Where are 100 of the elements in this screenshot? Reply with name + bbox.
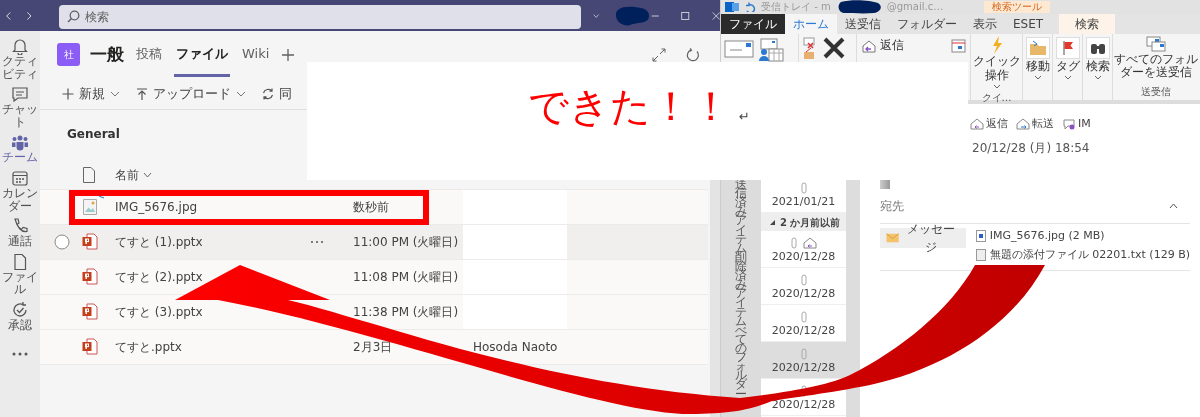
team-avatar: 社 [57, 43, 80, 66]
people-icon [11, 133, 29, 152]
bell-icon [11, 37, 29, 55]
more-icon[interactable] [11, 350, 29, 357]
rail-item[interactable]: 通話 [0, 217, 40, 248]
message-group-header[interactable]: 2 か月前以前 [761, 213, 846, 231]
ribbon-tab[interactable]: フォルダー [889, 14, 965, 34]
rail-item[interactable]: チャット [0, 85, 40, 129]
message-item[interactable]: 2020/12/28 [761, 231, 846, 268]
reply-icon [861, 39, 877, 53]
plus-icon [62, 87, 74, 100]
presentation-file-icon [82, 303, 98, 321]
undo-icon[interactable] [744, 2, 756, 12]
forward-icon[interactable] [25, 9, 32, 22]
presentation-file-icon [82, 268, 98, 286]
cleanup-icons-drawing[interactable] [802, 36, 818, 60]
channel-name: 一般 [90, 42, 124, 66]
reply-button[interactable]: 返信 [860, 36, 905, 56]
file-row[interactable]: てすと (1).pptx 11:00 PM (火曜日) [40, 225, 708, 260]
folder-icon [1028, 40, 1047, 56]
caret-icon [992, 83, 1001, 89]
group-label: 送受信 [1141, 85, 1171, 99]
file-name[interactable]: てすと.pptx [115, 340, 182, 354]
ribbon-tab[interactable]: 表示 [965, 14, 1005, 34]
rail-item[interactable]: カレンダー [0, 168, 40, 213]
modified-time: 11:00 PM (火曜日) [353, 234, 460, 251]
modified-time: 11:08 PM (火曜日) [353, 269, 460, 286]
attachment[interactable]: 無題の添付ファイル 02201.txt (129 B) [975, 247, 1190, 264]
maximize-icon[interactable] [681, 9, 690, 22]
attachment[interactable]: IMG_5676.jpg (2 MB) [975, 227, 1190, 244]
file-type-icon [82, 166, 96, 183]
caret-icon [1093, 74, 1102, 80]
channel-tab[interactable]: 投稿 [134, 32, 164, 77]
sort-icon [143, 171, 152, 178]
rail-item[interactable]: チーム [0, 133, 40, 164]
upload-button[interactable]: アップロード [136, 83, 246, 104]
search-field[interactable]: 検索 [59, 4, 582, 29]
quick-steps-button[interactable]: クイック操作 [971, 35, 1022, 90]
dropdown-caret-icon[interactable] [593, 12, 600, 19]
modified-by: Hosoda Naoto [473, 339, 558, 356]
image-file-icon [82, 198, 98, 216]
ribbon-tab[interactable]: 検索 [1059, 14, 1116, 34]
upload-icon [136, 87, 148, 100]
rail-item[interactable]: クティビティ [0, 37, 40, 81]
message-item[interactable]: 2020/12/28 [761, 268, 846, 305]
reply-button[interactable]: 返信 [970, 116, 1008, 133]
im-button[interactable]: IM [1062, 116, 1091, 133]
modified-time: 11:38 PM (火曜日) [353, 304, 460, 321]
presentation-file-icon [82, 338, 98, 356]
file-name[interactable]: IMG_5676.jpg [115, 200, 198, 214]
select-radio[interactable] [54, 234, 70, 250]
name-column-header[interactable]: 名前 [115, 165, 152, 184]
refresh-icon[interactable] [686, 47, 700, 62]
modified-time: 数秒前 [353, 199, 390, 216]
envelope-icon [886, 232, 900, 243]
chat-icon [11, 85, 29, 104]
channel-tab[interactable]: ファイル [174, 32, 230, 77]
file-name[interactable]: てすと (3).pptx [115, 305, 203, 319]
ribbon-tab[interactable]: 送受信 [837, 14, 889, 34]
folder-label[interactable]: 削除済みアイテム [735, 252, 747, 326]
folder-label[interactable]: べてのフォルダー [735, 325, 747, 399]
ribbon-tab[interactable]: ファイル [721, 14, 785, 34]
new-button[interactable]: 新規 [62, 83, 120, 104]
back-icon[interactable] [6, 9, 12, 22]
sync-button[interactable]: 同 [262, 83, 292, 104]
rail-item[interactable]: 承認 [0, 300, 40, 332]
reply-icon [970, 118, 984, 131]
group-label: クイ… [981, 90, 1012, 105]
more-options-icon[interactable] [310, 240, 324, 244]
meeting-icon[interactable] [951, 39, 967, 53]
delete-icon[interactable] [822, 36, 846, 60]
forward-button[interactable]: 転送 [1016, 116, 1054, 133]
close-icon[interactable] [711, 9, 720, 22]
envelope-icon[interactable] [724, 38, 754, 58]
contact-calendar-icon[interactable] [758, 38, 784, 62]
file-row[interactable]: てすと (2).pptx 11:08 PM (火曜日) [40, 260, 708, 295]
file-row[interactable]: てすと.pptx 2月3日 Hosoda Naoto [40, 330, 708, 365]
rail-item[interactable]: ファイル [0, 252, 40, 296]
expand-icon[interactable] [652, 47, 666, 62]
add-tab-icon[interactable] [281, 47, 296, 62]
find-button[interactable]: 検索 [1084, 36, 1111, 98]
tags-button[interactable]: タグ [1054, 36, 1081, 98]
to-label: 宛先 [880, 197, 904, 215]
sent-date: 20/12/28 (月) 18:54 [971, 139, 1091, 157]
chevron-icon [110, 90, 120, 97]
presentation-file-icon [82, 233, 98, 251]
file-name[interactable]: てすと (1).pptx [115, 235, 203, 249]
send-receive-all-button[interactable]: すべてのフォルダーを送受信 [1113, 35, 1199, 81]
message-item[interactable]: 2020/12/28 [761, 342, 846, 379]
collapse-icon[interactable] [1169, 202, 1178, 209]
ribbon-tab[interactable]: ESET [1005, 14, 1052, 34]
calendar-icon [11, 168, 29, 187]
move-button[interactable]: 移動 [1024, 36, 1051, 98]
collapse-triangle-icon [769, 218, 776, 226]
chevron-icon [236, 90, 246, 97]
channel-tab[interactable]: Wiki [240, 32, 272, 77]
mail-app-icon [725, 2, 739, 12]
window-title: @gmail.c… [886, 1, 944, 13]
file-name[interactable]: てすと (2).pptx [115, 270, 203, 284]
ribbon-tab[interactable]: ホーム [785, 14, 837, 34]
